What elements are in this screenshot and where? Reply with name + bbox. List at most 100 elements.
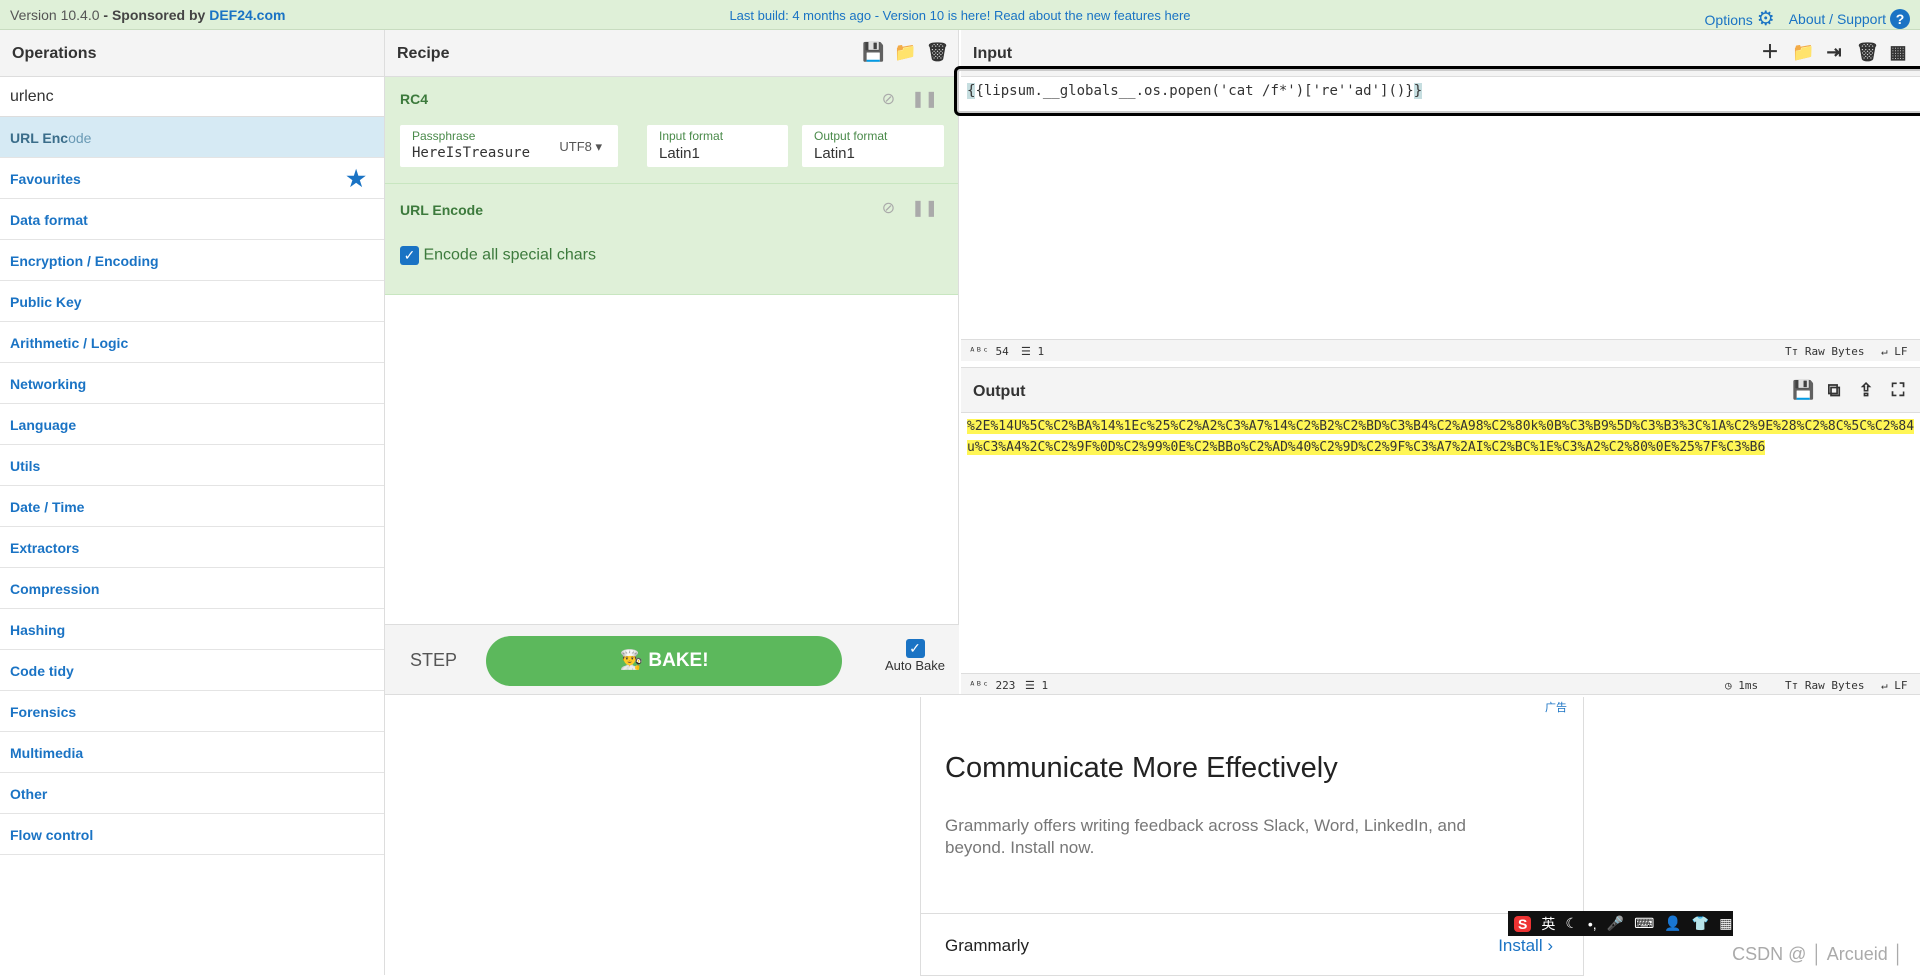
output-title: Output <box>973 383 1026 400</box>
cta-label: Install <box>1498 936 1543 955</box>
category-label: Extractors <box>10 540 80 556</box>
url-encode-operation: URL Encode ⊘ ❚❚ ✓ Encode all special char… <box>385 184 958 295</box>
category-forensics[interactable]: Forensics <box>0 691 384 732</box>
category-networking[interactable]: Networking <box>0 363 384 404</box>
trash-icon[interactable]: 🗑 <box>926 42 949 62</box>
operation-url-encode[interactable]: URL Encode <box>0 117 384 158</box>
folder-icon[interactable]: 📁 <box>894 42 916 62</box>
url-encode-title: URL Encode <box>400 202 483 218</box>
add-icon[interactable]: ＋ <box>1760 42 1780 62</box>
import-icon[interactable]: ⇥ <box>1824 42 1844 62</box>
category-encryption-encoding[interactable]: Encryption / Encoding <box>0 240 384 281</box>
match-text: URL Enc <box>10 130 69 146</box>
category-label: Other <box>10 786 48 802</box>
encoding-dropdown[interactable]: UTF8 ▾ <box>559 139 602 155</box>
bracket-highlight: } <box>1413 83 1423 99</box>
punct-icon[interactable]: •, <box>1588 916 1597 932</box>
category-arithmetic-logic[interactable]: Arithmetic / Logic <box>0 322 384 363</box>
ad-headline: Communicate More Effectively <box>945 752 1338 784</box>
category-other[interactable]: Other <box>0 773 384 814</box>
category-extractors[interactable]: Extractors <box>0 527 384 568</box>
category-label: Data format <box>10 212 88 228</box>
length-value: 54 <box>995 345 1009 358</box>
input-status-bar: ᴬᴮᶜ 54 ☰ 1 Tт Raw Bytes ↵ LF <box>961 339 1920 361</box>
shirt-icon[interactable]: 👕 <box>1692 915 1709 932</box>
options-button[interactable]: Options ⚙ <box>1705 6 1775 31</box>
save-icon[interactable]: 💾 <box>1792 380 1814 400</box>
bake-button[interactable]: 👨‍🍳 BAKE! <box>486 636 842 686</box>
category-date-time[interactable]: Date / Time <box>0 486 384 527</box>
ad-body: Grammarly offers writing feedback across… <box>945 816 1466 857</box>
eol-button[interactable]: ↵ LF <box>1881 679 1908 692</box>
gear-icon: ⚙ <box>1756 8 1775 30</box>
input-textarea[interactable]: {{lipsum.__globals__.os.popen('cat /f*')… <box>954 66 1920 116</box>
ad-install-link[interactable]: Install › <box>1498 936 1553 956</box>
lines-label: ☰ 1 <box>1025 679 1049 692</box>
copy-icon[interactable]: ⧉ <box>1824 380 1844 400</box>
raw-label: Raw Bytes <box>1804 345 1865 358</box>
output-status-bar: ᴬᴮᶜ 223 ☰ 1 ◷ 1ms Tт Raw Bytes ↵ LF <box>961 673 1920 695</box>
folder-icon[interactable]: 📁 <box>1792 42 1814 62</box>
category-code-tidy[interactable]: Code tidy <box>0 650 384 691</box>
input-title: Input <box>973 45 1013 62</box>
maximise-icon[interactable]: ⛶ <box>1888 380 1908 400</box>
pause-icon[interactable]: ❚❚ <box>911 89 938 109</box>
trash-icon[interactable]: 🗑 <box>1856 42 1879 62</box>
operations-search-input[interactable]: urlenc <box>0 77 384 117</box>
pause-icon[interactable]: ❚❚ <box>911 198 938 218</box>
checkbox-checked-icon[interactable]: ✓ <box>400 246 419 265</box>
input-format-value: Latin1 <box>659 145 700 162</box>
keyboard-icon[interactable]: ⌨ <box>1634 915 1654 932</box>
category-language[interactable]: Language <box>0 404 384 445</box>
replace-input-icon[interactable]: ⇪ <box>1856 380 1876 400</box>
category-flow-control[interactable]: Flow control <box>0 814 384 855</box>
category-data-format[interactable]: Data format <box>0 199 384 240</box>
ad-box[interactable]: 广告 Communicate More Effectively Grammarl… <box>920 697 1584 976</box>
output-panel: Output 💾 ⧉ ⇪ ⛶ %2E%14U%5C%C2%BA%14%1Ec%25%C… <box>961 367 1920 695</box>
save-icon[interactable]: 💾 <box>862 42 884 62</box>
output-format-field[interactable]: Output format Latin1 <box>802 125 944 167</box>
sogou-icon[interactable]: S <box>1514 915 1532 932</box>
category-public-key[interactable]: Public Key <box>0 281 384 322</box>
raw-bytes-button[interactable]: Tт Raw Bytes <box>1785 345 1864 358</box>
output-text[interactable]: %2E%14U%5C%C2%BA%14%1Ec%25%C2%A2%C3%A7%1… <box>967 416 1917 458</box>
category-multimedia[interactable]: Multimedia <box>0 732 384 773</box>
encoding-value: UTF8 <box>559 139 592 154</box>
input-format-field[interactable]: Input format Latin1 <box>647 125 788 167</box>
passphrase-value: HereIsTreasure <box>412 145 531 161</box>
category-favourites[interactable]: Favourites ★ <box>0 158 384 199</box>
layout-icon[interactable]: ▦ <box>1888 42 1908 62</box>
category-label: Encryption / Encoding <box>10 253 159 269</box>
ime-lang[interactable]: 英 <box>1541 914 1555 934</box>
auto-bake-toggle[interactable]: ✓ Auto Bake <box>885 639 945 673</box>
rest-text: ode <box>68 130 92 146</box>
eol-button[interactable]: ↵ LF <box>1881 345 1908 358</box>
passphrase-field[interactable]: Passphrase HereIsTreasure UTF8 ▾ <box>400 125 618 167</box>
encode-all-option[interactable]: ✓ Encode all special chars <box>400 246 596 265</box>
star-icon: ★ <box>346 166 366 191</box>
category-utils[interactable]: Utils <box>0 445 384 486</box>
ime-toolbar: S 英 ☾ •, 🎤 ⌨ 👤 👕 ▦ <box>1508 911 1733 936</box>
mic-icon[interactable]: 🎤 <box>1607 915 1624 932</box>
category-label: Compression <box>10 581 100 597</box>
option-label: Encode all special chars <box>423 246 596 264</box>
about-button[interactable]: About / Support? <box>1789 8 1910 29</box>
rc4-title: RC4 <box>400 91 429 107</box>
raw-bytes-button[interactable]: Tт Raw Bytes <box>1785 679 1864 692</box>
input-text: {lipsum.__globals__.os.popen('cat /f*')[… <box>975 83 1414 99</box>
disable-icon[interactable]: ⊘ <box>882 89 895 109</box>
user-icon[interactable]: 👤 <box>1664 915 1681 932</box>
category-label: Code tidy <box>10 663 74 679</box>
grid-icon[interactable]: ▦ <box>1719 915 1732 932</box>
step-button[interactable]: STEP <box>410 650 457 671</box>
checkbox-checked-icon[interactable]: ✓ <box>905 639 925 658</box>
category-compression[interactable]: Compression <box>0 568 384 609</box>
category-label: Utils <box>10 458 41 474</box>
bake-time: ◷ 1ms <box>1725 679 1759 692</box>
bake-label: BAKE! <box>648 650 709 671</box>
announcement-link[interactable]: Last build: 4 months ago - Version 10 is… <box>0 8 1920 23</box>
category-hashing[interactable]: Hashing <box>0 609 384 650</box>
eol-label: LF <box>1894 679 1908 692</box>
moon-icon[interactable]: ☾ <box>1565 915 1578 932</box>
disable-icon[interactable]: ⊘ <box>882 198 895 218</box>
